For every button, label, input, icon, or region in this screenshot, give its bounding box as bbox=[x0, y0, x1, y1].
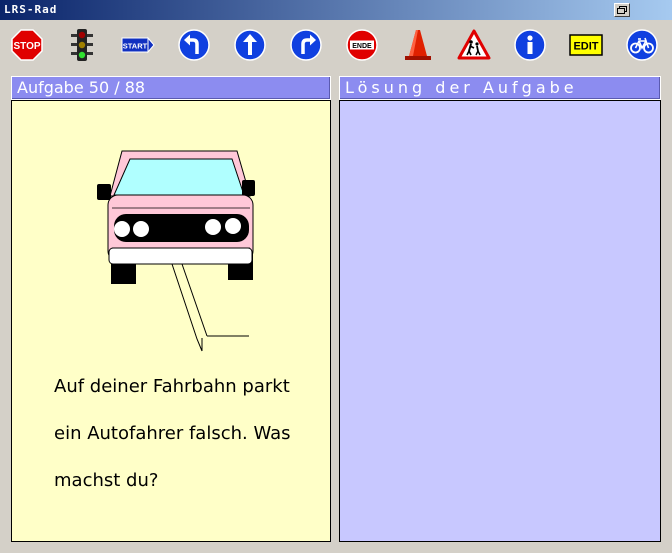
end-sign-label: ENDE bbox=[352, 43, 372, 50]
stop-button[interactable]: STOP bbox=[9, 27, 45, 63]
task-question: Auf deiner Fahrbahn parkt ein Autofahrer… bbox=[54, 376, 291, 491]
task-panel: Auf deiner Fahrbahn parkt ein Autofahrer… bbox=[11, 100, 331, 542]
end-button[interactable]: ENDE bbox=[344, 27, 380, 63]
start-button[interactable]: START bbox=[120, 27, 156, 63]
straight-button[interactable] bbox=[232, 27, 268, 63]
restore-icon bbox=[617, 6, 627, 14]
traffic-light-button[interactable] bbox=[64, 27, 100, 63]
bicycle-button[interactable] bbox=[624, 27, 660, 63]
edit-button[interactable]: EDIT bbox=[568, 27, 604, 63]
children-warning-sign-icon bbox=[457, 29, 491, 60]
start-sign-label: START bbox=[123, 42, 148, 51]
traffic-light-icon bbox=[71, 29, 93, 61]
toolbar: STOP START ENDE EDIT bbox=[0, 20, 672, 70]
end-sign-icon: ENDE bbox=[346, 29, 378, 61]
solution-panel bbox=[339, 100, 661, 542]
traffic-cone-icon bbox=[405, 30, 431, 60]
arrow-turn-right-icon bbox=[290, 29, 322, 61]
info-button[interactable] bbox=[512, 27, 548, 63]
edit-label: EDIT bbox=[573, 41, 598, 53]
arrow-up-icon bbox=[234, 29, 266, 61]
window-title: LRS-Rad bbox=[4, 3, 58, 16]
title-bar: LRS-Rad bbox=[0, 0, 672, 20]
solution-header: Lösung der Aufgabe bbox=[339, 76, 661, 100]
info-icon bbox=[514, 29, 546, 61]
bicycle-sign-icon bbox=[626, 29, 658, 61]
stop-sign-icon: STOP bbox=[11, 29, 43, 61]
edit-icon: EDIT bbox=[569, 34, 603, 56]
warning-button[interactable] bbox=[456, 27, 492, 63]
stop-sign-label: STOP bbox=[13, 41, 40, 52]
task-header: Aufgabe 50 / 88 bbox=[11, 76, 331, 100]
turn-right-button[interactable] bbox=[288, 27, 324, 63]
start-sign-icon: START bbox=[121, 36, 155, 54]
restore-button[interactable] bbox=[614, 3, 630, 17]
car-illustration bbox=[97, 150, 255, 352]
cone-button[interactable] bbox=[400, 27, 436, 63]
arrow-turn-left-icon bbox=[178, 29, 210, 61]
turn-left-button[interactable] bbox=[176, 27, 212, 63]
